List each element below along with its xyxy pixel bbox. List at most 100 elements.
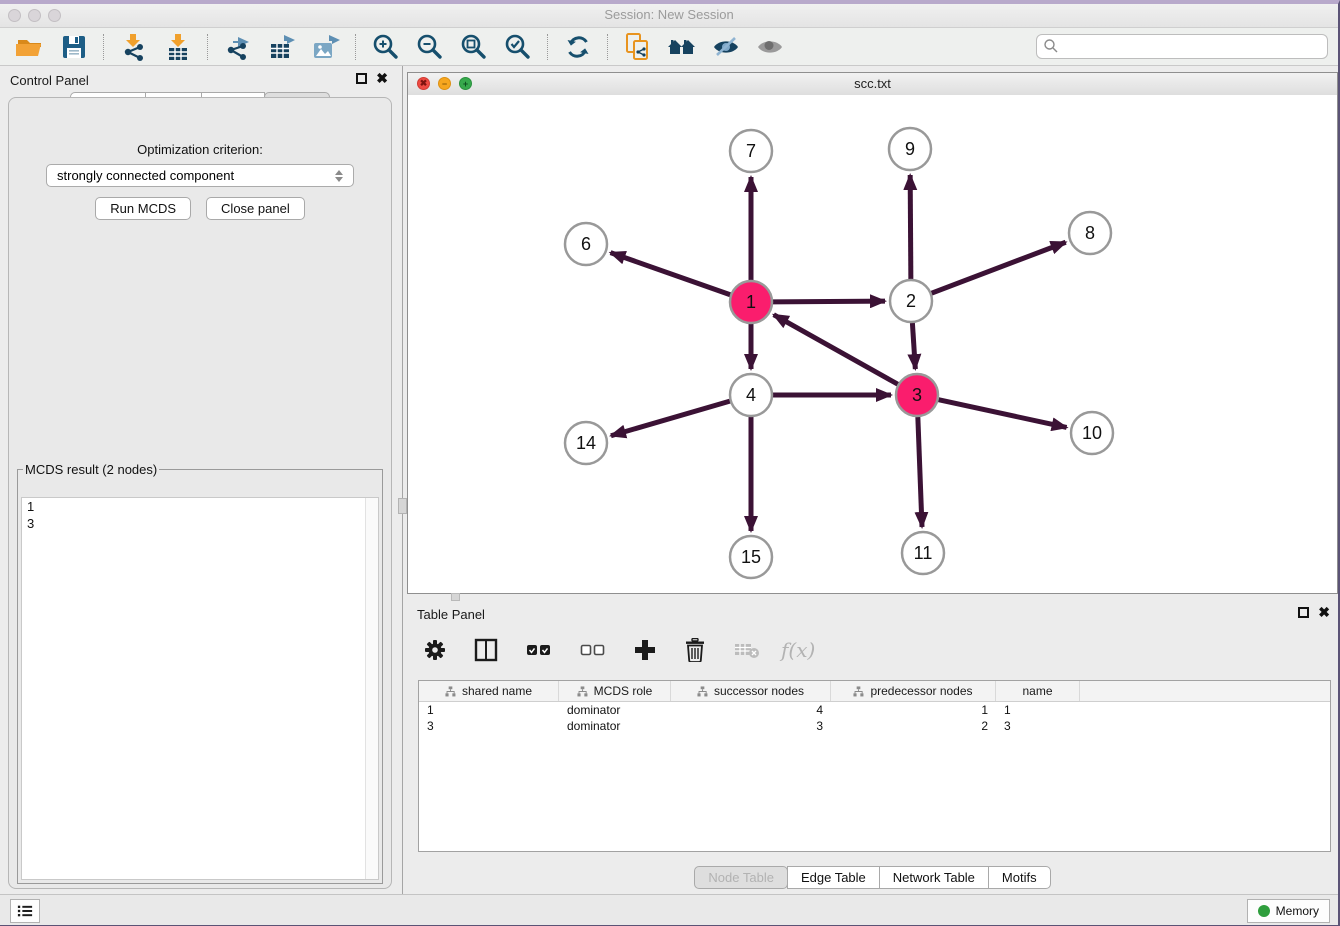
edge-2-9[interactable] [910,175,911,279]
refresh-button[interactable] [557,30,599,64]
toolbar-separator [355,34,357,60]
show-all-button[interactable] [749,30,791,64]
cell-predecessor-nodes[interactable]: 2 [831,719,996,733]
column-type-icon [577,686,588,697]
optimization-criterion-label: Optimization criterion: [9,142,391,157]
import-table-button[interactable] [157,30,199,64]
memory-status-icon [1258,905,1270,917]
run-mcds-button[interactable]: Run MCDS [95,197,191,220]
import-network-icon [119,32,149,62]
edge-4-14[interactable] [611,401,730,436]
network-window-titlebar[interactable]: ✖ − + scc.txt [408,73,1337,96]
checked-boxes-icon [526,643,552,657]
column-header-predecessor-nodes[interactable]: predecessor nodes [831,681,996,701]
application-window: Session: New Session [0,0,1340,926]
zoom-in-button[interactable] [365,30,407,64]
cell-successor-nodes[interactable]: 4 [671,703,831,717]
save-session-button[interactable] [53,30,95,64]
export-image-button[interactable] [305,30,347,64]
edge-2-3[interactable] [912,323,915,369]
node-table: shared name MCDS role successor nodes pr… [418,680,1331,852]
home-button[interactable] [661,30,703,64]
close-table-panel-icon[interactable]: ✖ [1318,606,1330,619]
node-label-11: 11 [914,543,933,563]
node-label-4: 4 [746,385,756,405]
control-panel: Control Panel ✖ Network Style Select MCD… [0,66,400,894]
tab-node-table[interactable]: Node Table [694,866,788,889]
cell-mcds-role[interactable]: dominator [559,719,671,733]
cell-successor-nodes[interactable]: 3 [671,719,831,733]
edge-3-1[interactable] [774,315,898,385]
mcds-result-textarea[interactable]: 1 3 [21,497,379,880]
duplicate-network-button[interactable] [617,30,659,64]
close-panel-button[interactable]: Close panel [206,197,305,220]
zoom-out-icon [415,32,445,62]
edge-1-2[interactable] [773,301,885,302]
float-panel-icon[interactable] [356,73,367,84]
search-box [1036,34,1328,59]
edge-3-11[interactable] [918,417,922,527]
control-panel-header: Control Panel ✖ [0,66,400,92]
zoom-fit-button[interactable] [453,30,495,64]
export-image-icon [311,32,341,62]
result-scrollbar[interactable] [365,498,378,879]
cell-shared-name[interactable]: 3 [419,719,559,733]
hide-eye-icon [711,32,741,62]
column-type-icon [445,686,456,697]
zoom-selected-button[interactable] [497,30,539,64]
unselect-all-columns-button[interactable] [574,641,612,659]
mcds-result-value: 1 [22,498,378,515]
search-input[interactable] [1036,34,1328,59]
toolbar-separator [547,34,549,60]
edge-3-10[interactable] [938,400,1066,428]
select-all-columns-button[interactable] [520,641,558,659]
cell-mcds-role[interactable]: dominator [559,703,671,717]
table-settings-button[interactable] [418,637,452,663]
hide-selected-button[interactable] [705,30,747,64]
column-header-successor-nodes[interactable]: successor nodes [671,681,831,701]
create-column-button[interactable] [628,637,662,663]
cell-name[interactable]: 1 [996,703,1080,717]
toolbar-separator [607,34,609,60]
main-content: Control Panel ✖ Network Style Select MCD… [0,66,1338,894]
table-tabs: Node Table Edge Table Network Table Moti… [407,866,1338,889]
cell-shared-name[interactable]: 1 [419,703,559,717]
zoom-out-button[interactable] [409,30,451,64]
memory-button[interactable]: Memory [1247,899,1330,923]
show-eye-icon [755,32,785,62]
show-column-panel-button[interactable] [468,636,504,664]
edge-1-6[interactable] [611,253,731,295]
column-header-mcds-role[interactable]: MCDS role [559,681,671,701]
network-graph[interactable]: 1234678910111415 [408,95,1337,593]
column-header-shared-name[interactable]: shared name [419,681,559,701]
cell-name[interactable]: 3 [996,719,1080,733]
node-label-14: 14 [576,433,596,453]
tab-network-table[interactable]: Network Table [879,866,989,889]
vertical-splitter[interactable] [402,66,403,894]
node-label-7: 7 [746,141,756,161]
optimization-select[interactable]: strongly connected component [46,164,354,187]
mcds-panel: Optimization criterion: strongly connect… [8,97,392,889]
float-table-panel-icon[interactable] [1298,607,1309,618]
node-label-6: 6 [581,234,591,254]
delete-column-button[interactable] [678,636,712,664]
main-toolbar [0,28,1338,66]
cell-predecessor-nodes[interactable]: 1 [831,703,996,717]
tab-edge-table[interactable]: Edge Table [787,866,880,889]
edge-2-8[interactable] [932,242,1066,293]
close-panel-icon[interactable]: ✖ [376,72,388,85]
column-type-icon [697,686,708,697]
table-row[interactable]: 3 dominator 3 2 3 [419,718,1330,734]
open-session-button[interactable] [9,30,51,64]
export-table-button[interactable] [261,30,303,64]
table-row[interactable]: 1 dominator 4 1 1 [419,702,1330,718]
export-network-icon [223,32,253,62]
export-network-button[interactable] [217,30,259,64]
zoom-in-icon [371,32,401,62]
tab-motifs[interactable]: Motifs [988,866,1051,889]
vertical-splitter-grabber[interactable] [398,498,407,514]
import-network-button[interactable] [113,30,155,64]
delete-table-button-disabled [728,639,766,661]
show-task-history-button[interactable] [10,899,40,923]
column-header-name[interactable]: name [996,681,1080,701]
